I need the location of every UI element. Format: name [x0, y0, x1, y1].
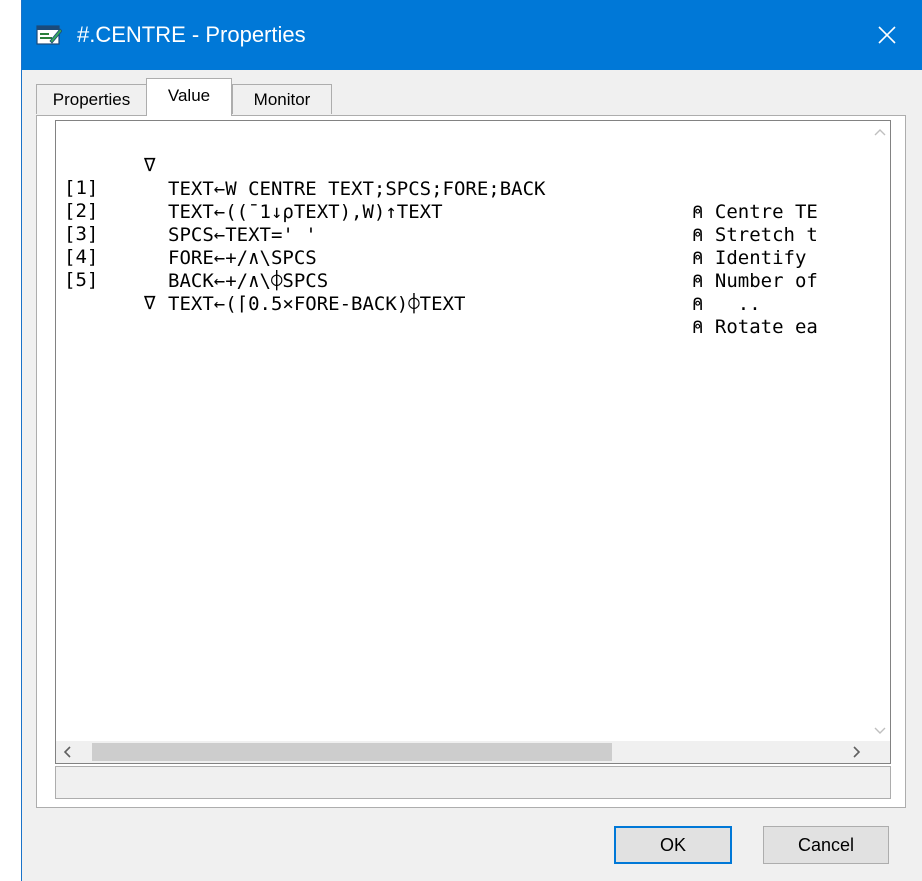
code-footer-line: ∇	[56, 269, 170, 314]
properties-dialog: #.CENTRE - Properties Properties Value M…	[21, 0, 922, 881]
scroll-right-button[interactable]	[846, 741, 868, 763]
properties-window-icon	[36, 23, 63, 47]
code-line-5: [5] TEXT←(⌈0.5×FORE-BACK)⌽TEXT ⍝ Rotate …	[56, 246, 818, 338]
code-statement: TEXT←((¯1↓⍴TEXT),W)↑TEXT	[168, 200, 443, 223]
tab-monitor[interactable]: Monitor	[232, 84, 332, 114]
chevron-left-icon	[63, 746, 71, 758]
chevron-right-icon	[853, 746, 861, 758]
ok-button[interactable]: OK	[614, 826, 732, 864]
tab-strip: Properties Value Monitor	[36, 78, 906, 116]
scroll-left-button[interactable]	[56, 741, 78, 763]
code-line-3: [3] FORE←+/∧\SPCS ⍝ Number of	[56, 200, 818, 292]
code-statement: TEXT←(⌈0.5×FORE-BACK)⌽TEXT	[168, 292, 466, 315]
chevron-down-icon	[874, 727, 885, 734]
scroll-down-button[interactable]	[869, 720, 890, 741]
chevron-up-icon	[874, 128, 885, 135]
horizontal-scroll-thumb[interactable]	[92, 743, 612, 761]
vertical-scrollbar[interactable]	[869, 121, 890, 741]
close-icon	[878, 26, 896, 44]
code-line-1: [1] TEXT←((¯1↓⍴TEXT),W)↑TEXT ⍝ Stretch t	[56, 154, 818, 246]
tab-panel-value: ∇ TEXT←W CENTRE TEXT;SPCS;FORE;BACK ⍝ Ce…	[36, 115, 906, 808]
tab-properties[interactable]: Properties	[36, 84, 147, 114]
code-line-2: [2] SPCS←TEXT=' ' ⍝ Identify	[56, 177, 806, 269]
code-statement: SPCS←TEXT=' '	[168, 223, 317, 246]
horizontal-scrollbar[interactable]	[56, 741, 868, 763]
code-view[interactable]: ∇ TEXT←W CENTRE TEXT;SPCS;FORE;BACK ⍝ Ce…	[56, 121, 868, 741]
code-comment: ⍝ Centre TE	[692, 200, 818, 223]
tab-value[interactable]: Value	[146, 78, 232, 116]
window-title: #.CENTRE - Properties	[77, 22, 306, 47]
code-statement: FORE←+/∧\SPCS	[168, 246, 317, 269]
title-bar[interactable]: #.CENTRE - Properties	[22, 0, 922, 70]
function-editor[interactable]: ∇ TEXT←W CENTRE TEXT;SPCS;FORE;BACK ⍝ Ce…	[55, 120, 891, 764]
code-line-4: [4] BACK←+/∧\⌽SPCS ⍝ ..	[56, 223, 761, 315]
code-comment: ⍝ ..	[692, 292, 761, 315]
scroll-up-button[interactable]	[869, 121, 890, 142]
code-statement: BACK←+/∧\⌽SPCS	[168, 269, 329, 292]
status-box	[55, 766, 891, 799]
close-button[interactable]	[852, 0, 922, 70]
code-comment: ⍝ Number of	[692, 269, 818, 292]
code-comment: ⍝ Identify	[692, 246, 818, 269]
code-header-line: ∇ TEXT←W CENTRE TEXT;SPCS;FORE;BACK ⍝ Ce…	[56, 131, 818, 223]
code-comment: ⍝ Rotate ea	[692, 315, 818, 338]
code-comment: ⍝ Stretch t	[692, 223, 818, 246]
cancel-button[interactable]: Cancel	[763, 826, 889, 864]
function-header: TEXT←W CENTRE TEXT;SPCS;FORE;BACK	[168, 177, 546, 200]
scrollbar-corner	[868, 741, 890, 763]
del-symbol: ∇	[144, 292, 156, 315]
